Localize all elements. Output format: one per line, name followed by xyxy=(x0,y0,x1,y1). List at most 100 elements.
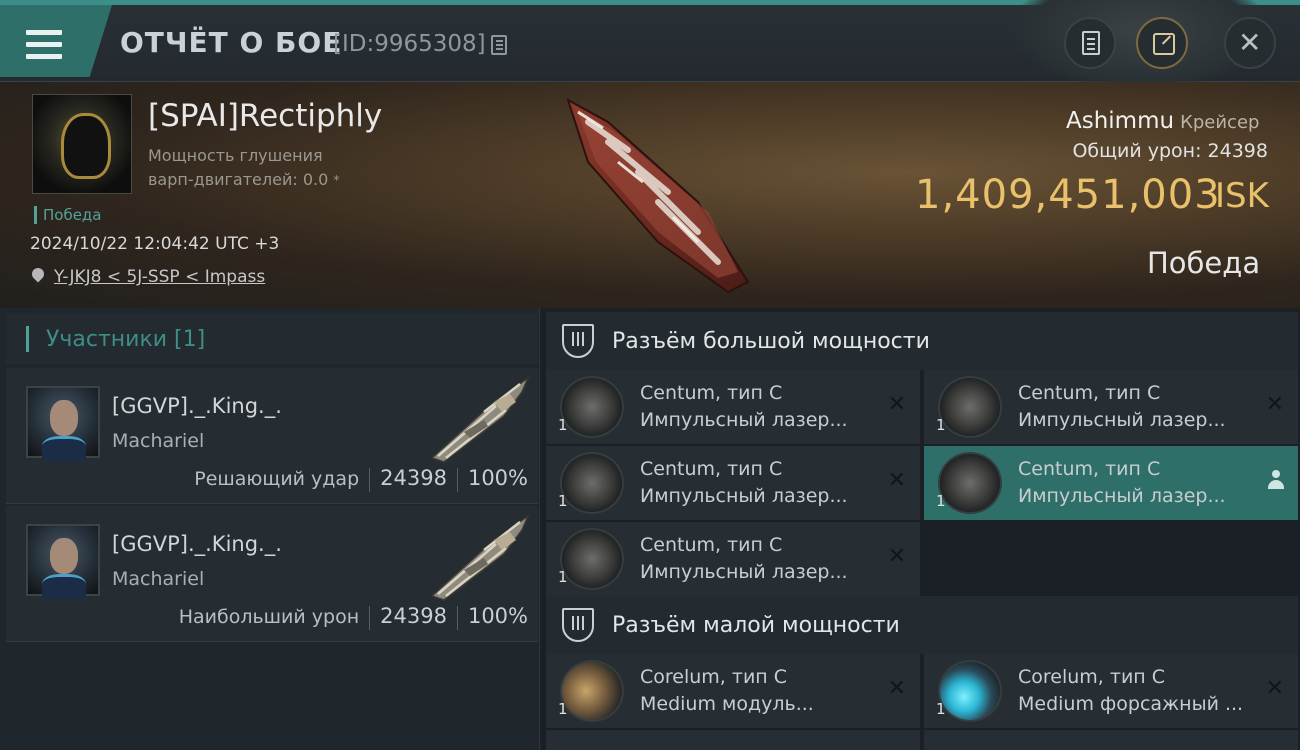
low-slot-icon xyxy=(562,608,594,642)
high-slot-header: Разъём большой мощности xyxy=(546,312,1298,370)
low-slot-title: Разъём малой мощности xyxy=(612,613,900,638)
menu-button[interactable] xyxy=(0,5,112,77)
pulse-laser-icon xyxy=(938,452,1002,514)
stats-divider xyxy=(456,467,458,492)
total-damage: Общий урон: 24398 xyxy=(1072,140,1268,162)
page-title: ОТЧЁТ О БОЕ xyxy=(120,26,343,59)
dropped-status-icon: ✕ xyxy=(887,392,906,417)
attacker-damage: 24398 xyxy=(380,604,447,628)
stats-divider xyxy=(456,605,458,630)
participants-accent-bar xyxy=(26,326,29,352)
attacker-percent: 100% xyxy=(467,466,528,490)
victim-avatar[interactable] xyxy=(32,94,132,194)
attacker-ship-image xyxy=(430,513,530,601)
module-name: Corelum, тип C xyxy=(640,666,788,688)
module-type: Импульсный лазер... xyxy=(640,561,848,583)
high-slot-title: Разъём большой мощности xyxy=(612,329,930,354)
location-link[interactable]: Y-JKJ8 < 5J-SSP < Impass xyxy=(54,267,265,287)
close-icon: ✕ xyxy=(1238,26,1262,59)
module-quantity: 1 xyxy=(936,492,946,510)
person-icon xyxy=(1268,470,1284,492)
victim-ship-name[interactable]: Ashimmu xyxy=(1066,108,1174,134)
pulse-laser-icon xyxy=(938,376,1002,438)
total-damage-value: 24398 xyxy=(1207,140,1268,162)
module-quantity: 1 xyxy=(936,416,946,434)
module-icon xyxy=(560,660,624,722)
stats-divider xyxy=(369,605,371,630)
hamburger-menu-icon xyxy=(26,30,62,60)
attacker-role: Наибольший урон xyxy=(178,606,360,628)
module-item[interactable]: 1 Centum, тип C Импульсный лазер... ✕ xyxy=(546,522,920,596)
attacker-name: [GGVP]._.King._. xyxy=(112,532,282,556)
stats-divider xyxy=(369,467,371,492)
clipboard-button[interactable] xyxy=(1064,17,1116,69)
location-pin-icon xyxy=(32,268,44,284)
module-type: Импульсный лазер... xyxy=(1018,409,1226,431)
pulse-laser-icon xyxy=(560,528,624,590)
attacker-ship: Machariel xyxy=(112,568,205,590)
dropped-status-icon: ✕ xyxy=(887,676,906,701)
module-item[interactable]: 1 Centum, тип C Импульсный лазер... ✕ xyxy=(546,370,920,444)
module-name: Corelum, тип C xyxy=(1018,666,1166,688)
attacker-ship-image xyxy=(430,375,530,463)
dropped-status-icon: ✕ xyxy=(1265,676,1284,701)
attacker-row[interactable]: [GGVP]._.King._. Machariel Решающий удар… xyxy=(6,368,538,504)
module-type: Импульсный лазер... xyxy=(640,485,848,507)
isk-value: 1,409,451,003 xyxy=(915,172,1221,218)
warp-disruption-value: варп-двигателей: 0.0 xyxy=(148,170,329,189)
share-icon xyxy=(1153,33,1175,55)
module-item[interactable]: 1 Corelum, тип C Medium форсажный ... ✕ xyxy=(924,654,1298,728)
high-slot-icon xyxy=(562,324,594,358)
module-name: Centum, тип C xyxy=(1018,458,1161,480)
dropped-status-icon: ✕ xyxy=(887,468,906,493)
dropped-status-icon: ✕ xyxy=(887,544,906,569)
low-slot-header: Разъём малой мощности xyxy=(546,596,1298,654)
victim-ship-line: Ashimmu Крейсер xyxy=(1066,108,1259,134)
attacker-name: [GGVP]._.King._. xyxy=(112,394,282,418)
module-type: Medium форсажный ... xyxy=(1018,693,1244,715)
attacker-stats: Наибольший урон 24398 100% xyxy=(179,604,528,630)
attacker-row[interactable]: [GGVP]._.King._. Machariel Наибольший ур… xyxy=(6,506,538,642)
module-item[interactable] xyxy=(924,730,1298,750)
victim-ship-class: Крейсер xyxy=(1180,112,1260,133)
afterburner-icon xyxy=(938,660,1002,722)
attacker-role: Решающий удар xyxy=(194,468,360,490)
attacker-avatar xyxy=(26,524,100,599)
share-button[interactable] xyxy=(1136,17,1188,69)
clipboard-icon xyxy=(1082,31,1100,55)
status-badge: Победа xyxy=(34,206,102,224)
battle-report-window: ОТЧЁТ О БОЕ [ID:9965308] ✕ [SPAI]Rectiph… xyxy=(0,0,1300,750)
pulse-laser-icon xyxy=(560,452,624,514)
module-quantity: 1 xyxy=(558,492,568,510)
battle-result: Победа xyxy=(1147,246,1261,280)
attacker-percent: 100% xyxy=(467,604,528,628)
module-item[interactable]: 1 Corelum, тип C Medium модуль... ✕ xyxy=(546,654,920,728)
module-item[interactable]: 1 Centum, тип C Импульсный лазер... ✕ xyxy=(924,370,1298,444)
module-name: Centum, тип C xyxy=(1018,382,1161,404)
victim-pilot-name[interactable]: [SPAI]Rectiphly xyxy=(148,98,382,134)
isk-unit: ISK xyxy=(1215,176,1269,216)
module-name: Centum, тип C xyxy=(640,382,783,404)
module-quantity: 1 xyxy=(558,416,568,434)
participants-header[interactable]: Участники [1] xyxy=(6,314,538,364)
module-type: Импульсный лазер... xyxy=(1018,485,1226,507)
warp-disruption-info: Мощность глушения варп-двигателей: 0.0 * xyxy=(148,144,339,192)
module-name: Centum, тип C xyxy=(640,534,783,556)
module-item[interactable]: 1 Centum, тип C Импульсный лазер... xyxy=(924,446,1298,520)
pulse-laser-icon xyxy=(560,376,624,438)
report-id: [ID:9965308] xyxy=(333,31,486,57)
copy-id-icon[interactable] xyxy=(491,35,507,55)
participants-title: Участники [1] xyxy=(46,327,206,352)
module-quantity: 1 xyxy=(558,568,568,586)
module-item[interactable] xyxy=(546,730,920,750)
attacker-stats: Решающий удар 24398 100% xyxy=(194,466,528,492)
module-type: Импульсный лазер... xyxy=(640,409,848,431)
warp-disruption-label: Мощность глушения xyxy=(148,146,323,165)
module-quantity: 1 xyxy=(558,700,568,718)
module-type: Medium модуль... xyxy=(640,693,814,715)
header-bar: ОТЧЁТ О БОЕ [ID:9965308] ✕ xyxy=(0,0,1300,90)
module-item[interactable]: 1 Centum, тип C Импульсный лазер... ✕ xyxy=(546,446,920,520)
total-damage-label: Общий урон: xyxy=(1072,140,1202,162)
close-button[interactable]: ✕ xyxy=(1224,17,1276,69)
module-quantity: 1 xyxy=(936,700,946,718)
